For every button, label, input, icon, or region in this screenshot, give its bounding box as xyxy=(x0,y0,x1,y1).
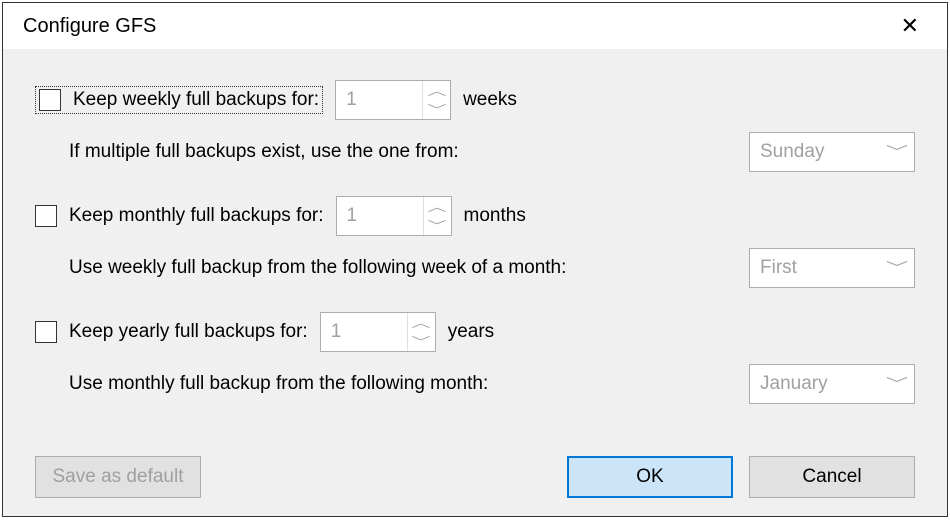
save-as-default-button[interactable]: Save as default xyxy=(35,456,201,498)
close-icon[interactable]: ✕ xyxy=(893,11,927,41)
monthly-checkbox[interactable] xyxy=(35,205,57,227)
monthly-spinner-buttons: ︿ ﹀ xyxy=(423,197,451,235)
dialog-window: Configure GFS ✕ Keep weekly full backups… xyxy=(2,2,948,517)
monthly-label: Keep monthly full backups for: xyxy=(69,205,324,227)
ok-button[interactable]: OK xyxy=(567,456,733,498)
yearly-subrow: Use monthly full backup from the followi… xyxy=(35,363,915,405)
weekly-unit: weeks xyxy=(463,89,517,111)
monthly-spinner-value: 1 xyxy=(337,197,423,235)
weekly-focus: Keep weekly full backups for: xyxy=(35,86,323,114)
weekly-spinner-value: 1 xyxy=(336,81,422,119)
monthly-unit: months xyxy=(464,205,526,227)
yearly-unit: years xyxy=(448,321,494,343)
weekly-label: Keep weekly full backups for: xyxy=(73,89,319,111)
weekly-spinner[interactable]: 1 ︿ ﹀ xyxy=(335,80,451,120)
chevron-up-icon[interactable]: ︿ xyxy=(424,197,451,216)
monthly-row: Keep monthly full backups for: 1 ︿ ﹀ mon… xyxy=(35,195,915,237)
chevron-down-icon[interactable]: ﹀ xyxy=(408,332,435,351)
monthly-spinner[interactable]: 1 ︿ ﹀ xyxy=(336,196,452,236)
yearly-checkbox[interactable] xyxy=(35,321,57,343)
cancel-button[interactable]: Cancel xyxy=(749,456,915,498)
yearly-row: Keep yearly full backups for: 1 ︿ ﹀ year… xyxy=(35,311,915,353)
dialog-body: Keep weekly full backups for: 1 ︿ ﹀ week… xyxy=(3,49,947,516)
chevron-up-icon[interactable]: ︿ xyxy=(423,81,450,100)
yearly-spinner-value: 1 xyxy=(321,313,407,351)
window-title: Configure GFS xyxy=(23,15,156,38)
chevron-down-icon[interactable]: ﹀ xyxy=(423,100,450,119)
button-row: Save as default OK Cancel xyxy=(35,456,915,498)
monthly-dropdown-value: First xyxy=(760,257,797,279)
monthly-sublabel: Use weekly full backup from the followin… xyxy=(69,257,566,279)
yearly-group: Keep yearly full backups for: 1 ︿ ﹀ year… xyxy=(35,311,915,405)
yearly-label: Keep yearly full backups for: xyxy=(69,321,308,343)
weekly-dropdown-value: Sunday xyxy=(760,141,824,163)
weekly-row: Keep weekly full backups for: 1 ︿ ﹀ week… xyxy=(35,79,915,121)
monthly-group: Keep monthly full backups for: 1 ︿ ﹀ mon… xyxy=(35,195,915,289)
weekly-sublabel: If multiple full backups exist, use the … xyxy=(69,141,459,163)
title-bar: Configure GFS ✕ xyxy=(3,3,947,49)
weekly-day-dropdown[interactable]: Sunday ﹀ xyxy=(749,132,915,172)
monthly-subrow: Use weekly full backup from the followin… xyxy=(35,247,915,289)
weekly-spinner-buttons: ︿ ﹀ xyxy=(422,81,450,119)
chevron-down-icon: ﹀ xyxy=(886,261,908,275)
chevron-down-icon: ﹀ xyxy=(886,145,908,159)
yearly-sublabel: Use monthly full backup from the followi… xyxy=(69,373,488,395)
weekly-checkbox[interactable] xyxy=(39,89,61,111)
chevron-up-icon[interactable]: ︿ xyxy=(408,313,435,332)
yearly-dropdown-value: January xyxy=(760,373,828,395)
chevron-down-icon: ﹀ xyxy=(886,377,908,391)
chevron-down-icon[interactable]: ﹀ xyxy=(424,216,451,235)
yearly-spinner-buttons: ︿ ﹀ xyxy=(407,313,435,351)
weekly-group: Keep weekly full backups for: 1 ︿ ﹀ week… xyxy=(35,79,915,173)
monthly-week-dropdown[interactable]: First ﹀ xyxy=(749,248,915,288)
yearly-spinner[interactable]: 1 ︿ ﹀ xyxy=(320,312,436,352)
yearly-month-dropdown[interactable]: January ﹀ xyxy=(749,364,915,404)
weekly-subrow: If multiple full backups exist, use the … xyxy=(35,131,915,173)
